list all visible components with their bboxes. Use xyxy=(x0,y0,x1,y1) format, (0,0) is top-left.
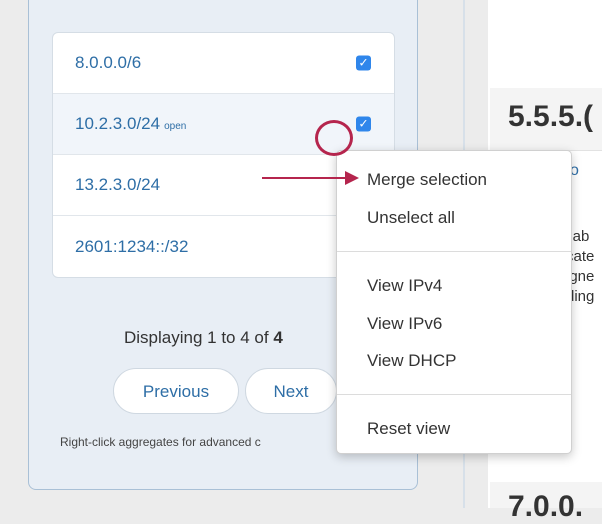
row-checkbox[interactable]: ✓ xyxy=(356,55,371,71)
status-tag: open xyxy=(164,121,187,132)
page-title: 5.5.5.( xyxy=(508,100,594,133)
pagination-status: Displaying 1 to 4 of 4 xyxy=(124,328,283,347)
network-link[interactable]: 8.0.0.0/6 xyxy=(75,53,145,73)
arrow-icon xyxy=(262,177,347,179)
network-link[interactable]: 2601:1234::/32 xyxy=(75,237,188,257)
menu-item-view-ipv4[interactable]: View IPv4 xyxy=(367,276,442,296)
menu-divider xyxy=(337,394,571,395)
menu-item-unselect-all[interactable]: Unselect all xyxy=(367,208,455,228)
menu-item-merge-selection[interactable]: Merge selection xyxy=(367,170,487,190)
arrowhead-icon xyxy=(345,171,359,185)
previous-button[interactable]: Previous xyxy=(113,368,239,414)
network-link[interactable]: 13.2.3.0/24 xyxy=(75,175,160,195)
section-title: 7.0.0. xyxy=(508,490,584,523)
menu-divider xyxy=(337,251,571,252)
menu-item-view-ipv6[interactable]: View IPv6 xyxy=(367,314,442,334)
context-menu: Merge selection Unselect all View IPv4 V… xyxy=(336,150,572,454)
menu-item-view-dhcp[interactable]: View DHCP xyxy=(367,351,456,371)
click-highlight-circle xyxy=(315,120,353,156)
help-text: Right-click aggregates for advanced c xyxy=(60,435,261,449)
next-button[interactable]: Next xyxy=(245,368,337,414)
list-item[interactable]: 8.0.0.0/6 ✓ xyxy=(53,33,394,94)
row-checkbox[interactable]: ✓ xyxy=(356,116,371,132)
network-link[interactable]: 10.2.3.0/24 open xyxy=(75,114,186,134)
menu-item-reset-view[interactable]: Reset view xyxy=(367,419,450,439)
